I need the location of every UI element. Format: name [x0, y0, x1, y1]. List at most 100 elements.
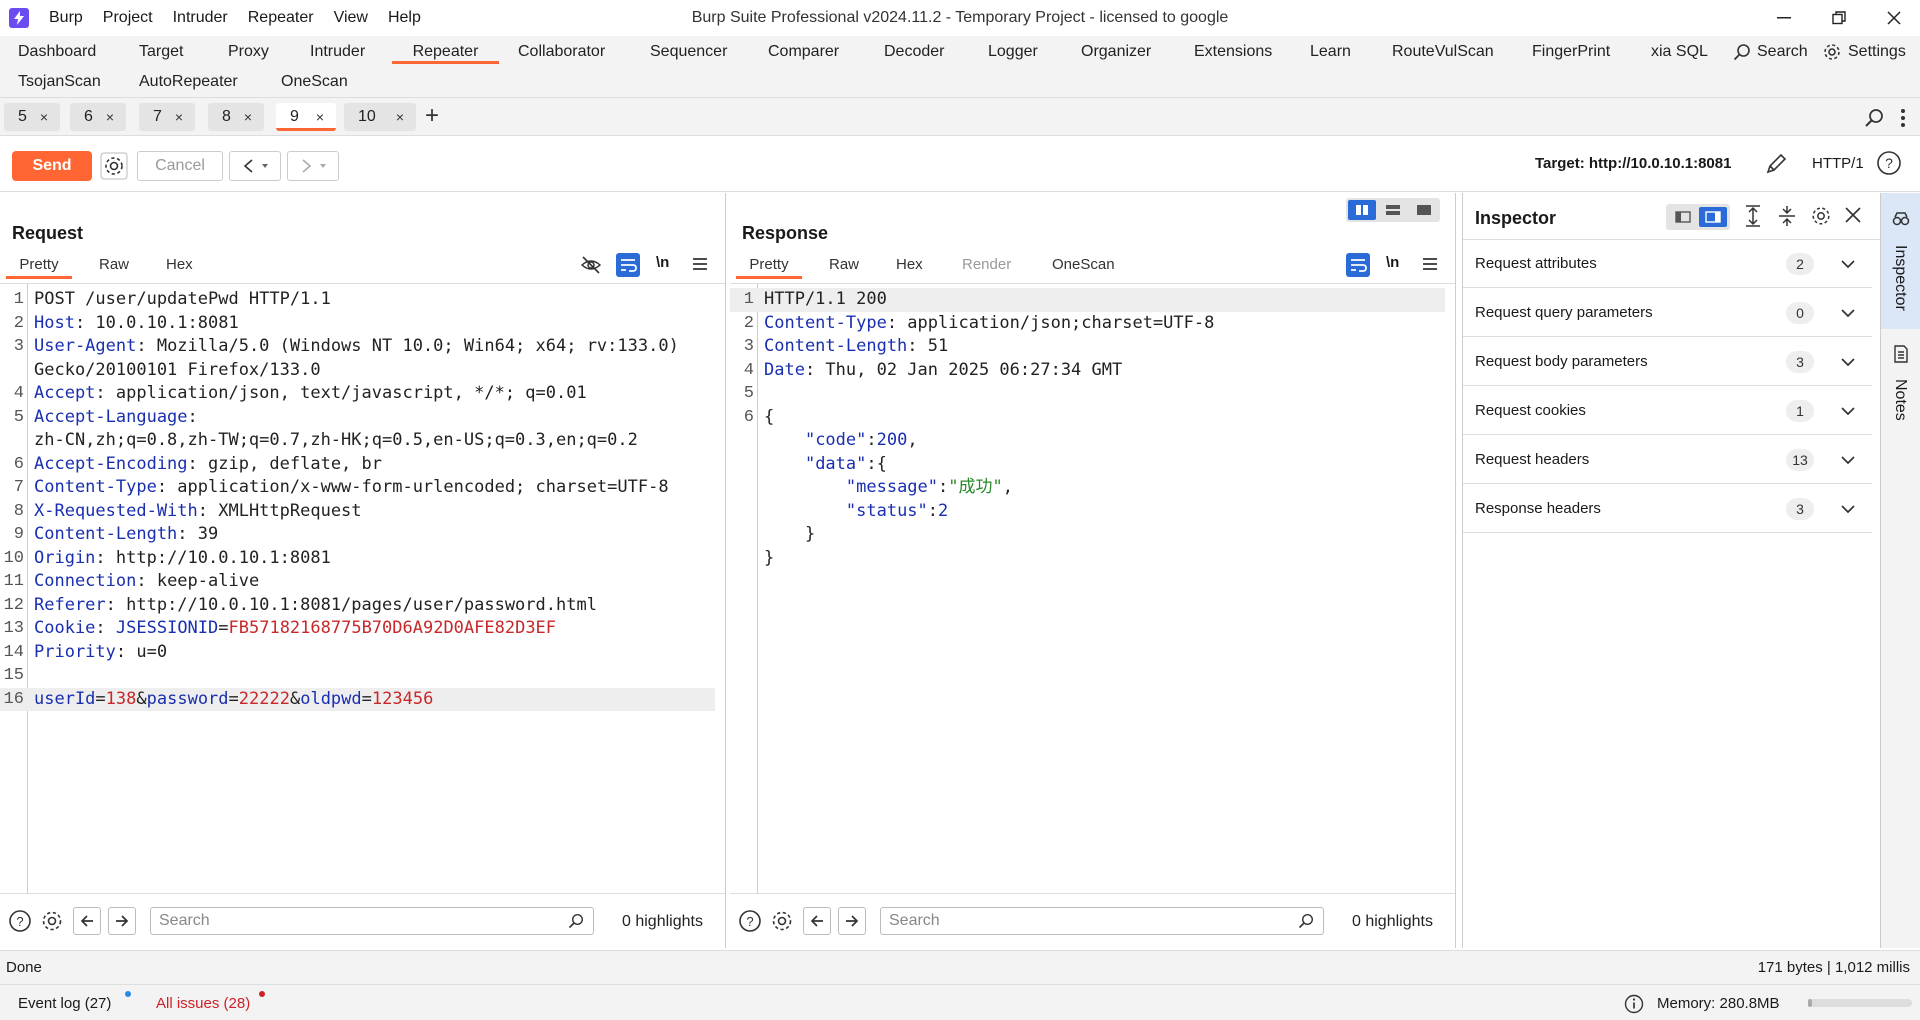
inspector-settings-button[interactable]: [1810, 205, 1832, 227]
request-help-button[interactable]: ?: [6, 907, 34, 935]
forward-history-button[interactable]: [287, 151, 339, 181]
response-editor[interactable]: 1 HTTP/1.1 200 2 Content-Type: application/…: [730, 283, 1455, 894]
close-window-button[interactable]: [1870, 0, 1918, 36]
tab-sequencer[interactable]: Sequencer: [650, 40, 727, 64]
tab-logger[interactable]: Logger: [988, 40, 1038, 64]
request-prev-match-button[interactable]: [73, 907, 101, 935]
event-log-button[interactable]: Event log (27): [18, 995, 111, 1012]
repeater-tab-7[interactable]: 7 ×: [139, 103, 195, 131]
edit-target-button[interactable]: [1764, 152, 1788, 176]
request-tab-pretty[interactable]: Pretty: [6, 251, 72, 279]
request-search-settings-button[interactable]: [38, 907, 66, 935]
close-tab-icon[interactable]: ×: [40, 103, 48, 131]
response-prev-match-button[interactable]: [803, 907, 831, 935]
tab-decoder[interactable]: Decoder: [884, 40, 944, 64]
inspector-close-button[interactable]: [1845, 207, 1861, 223]
close-tab-icon[interactable]: ×: [244, 103, 252, 131]
tab-proxy[interactable]: Proxy: [228, 40, 269, 64]
tool-search-button[interactable]: Search: [1733, 40, 1808, 64]
help-button[interactable]: ?: [1876, 150, 1902, 176]
repeater-tab-9[interactable]: 9 ×: [276, 103, 336, 131]
response-search-settings-button[interactable]: [768, 907, 796, 935]
layout-stacked-button[interactable]: [1379, 200, 1407, 220]
close-tab-icon[interactable]: ×: [396, 103, 404, 131]
wrap-lines-button[interactable]: [1346, 253, 1370, 277]
side-tab-inspector[interactable]: Inspector: [1881, 193, 1920, 329]
tab-search-button[interactable]: [1864, 108, 1884, 128]
tab-collaborator[interactable]: Collaborator: [518, 40, 605, 64]
inspector-layout-right-button[interactable]: [1699, 207, 1727, 227]
request-search-input[interactable]: Search: [150, 907, 594, 935]
request-tab-hex[interactable]: Hex: [166, 251, 193, 279]
tab-comparer[interactable]: Comparer: [768, 40, 839, 64]
tab-learn[interactable]: Learn: [1310, 40, 1351, 64]
tab-intruder[interactable]: Intruder: [310, 40, 365, 64]
inspector-section[interactable]: Request attributes 2: [1463, 240, 1872, 288]
minimize-button[interactable]: [1760, 0, 1808, 36]
layout-side-by-side-button[interactable]: [1348, 200, 1376, 220]
inspector-layout-left-button[interactable]: [1669, 207, 1697, 227]
close-tab-icon[interactable]: ×: [316, 103, 324, 131]
send-settings-button[interactable]: [100, 152, 128, 180]
tab-xia-sql[interactable]: xia SQL: [1651, 40, 1708, 64]
inspector-section[interactable]: Request body parameters 3: [1463, 338, 1872, 386]
response-search-input[interactable]: Search: [880, 907, 1324, 935]
repeater-tab-8[interactable]: 8 ×: [208, 103, 264, 131]
tab-repeater[interactable]: Repeater: [392, 40, 499, 64]
response-next-match-button[interactable]: [838, 907, 866, 935]
restore-button[interactable]: [1815, 0, 1863, 36]
tab-routevulscan[interactable]: RouteVulScan: [1392, 40, 1494, 64]
back-history-button[interactable]: [229, 151, 281, 181]
close-tab-icon[interactable]: ×: [175, 103, 183, 131]
tab-target[interactable]: Target: [139, 40, 183, 64]
repeater-tab-5[interactable]: 5 ×: [4, 103, 60, 131]
tab-onescan[interactable]: OneScan: [281, 70, 348, 94]
tab-dashboard[interactable]: Dashboard: [18, 40, 96, 64]
menu-view[interactable]: View: [324, 0, 378, 36]
request-next-match-button[interactable]: [108, 907, 136, 935]
response-tab-pretty[interactable]: Pretty: [736, 251, 802, 279]
response-menu-button[interactable]: [1422, 257, 1438, 271]
menu-burp[interactable]: Burp: [39, 0, 93, 36]
inspector-section[interactable]: Request query parameters 0: [1463, 289, 1872, 337]
layout-tabs-button[interactable]: [1410, 200, 1438, 220]
menu-intruder[interactable]: Intruder: [163, 0, 238, 36]
request-menu-button[interactable]: [692, 257, 708, 271]
menu-project[interactable]: Project: [93, 0, 163, 36]
add-tab-button[interactable]: +: [425, 102, 439, 130]
response-tab-raw[interactable]: Raw: [829, 251, 859, 279]
repeater-tab-10[interactable]: 10 ×: [344, 103, 416, 131]
side-tab-notes[interactable]: Notes: [1881, 333, 1920, 433]
tab-more-button[interactable]: [1900, 108, 1906, 128]
tab-tsojanscan[interactable]: TsojanScan: [18, 70, 101, 94]
collapse-all-button[interactable]: [1777, 205, 1797, 227]
all-issues-button[interactable]: All issues (28): [156, 995, 250, 1012]
response-help-button[interactable]: ?: [736, 907, 764, 935]
send-button[interactable]: Send: [12, 151, 92, 181]
response-tab-onescan[interactable]: OneScan: [1052, 251, 1115, 279]
request-tab-raw[interactable]: Raw: [99, 251, 129, 279]
tool-settings-button[interactable]: Settings: [1822, 40, 1906, 64]
expand-all-button[interactable]: [1743, 205, 1763, 227]
menu-help[interactable]: Help: [378, 0, 431, 36]
newline-toggle-button[interactable]: \n: [656, 254, 669, 271]
tab-organizer[interactable]: Organizer: [1081, 40, 1151, 64]
newline-toggle-button[interactable]: \n: [1386, 254, 1399, 271]
inspector-section[interactable]: Request cookies 1: [1463, 387, 1872, 435]
menu-repeater[interactable]: Repeater: [238, 0, 324, 36]
line-content: "status":2: [764, 500, 948, 524]
tab-fingerprint[interactable]: FingerPrint: [1532, 40, 1610, 64]
wrap-lines-button[interactable]: [616, 253, 640, 277]
repeater-tab-6[interactable]: 6 ×: [70, 103, 126, 131]
close-tab-icon[interactable]: ×: [106, 103, 114, 131]
inspector-section[interactable]: Request headers 13: [1463, 436, 1872, 484]
response-tab-render[interactable]: Render: [962, 251, 1011, 279]
inspector-section[interactable]: Response headers 3: [1463, 485, 1872, 533]
cancel-button[interactable]: Cancel: [137, 151, 223, 181]
request-editor[interactable]: 1 POST /user/updatePwd HTTP/1.1 2 Host: 10.…: [0, 283, 725, 894]
tab-extensions[interactable]: Extensions: [1194, 40, 1272, 64]
tab-autorepeater[interactable]: AutoRepeater: [139, 70, 238, 94]
protocol-selector[interactable]: HTTP/1: [1812, 155, 1864, 172]
hide-nonprintable-button[interactable]: [580, 255, 602, 275]
response-tab-hex[interactable]: Hex: [896, 251, 923, 279]
